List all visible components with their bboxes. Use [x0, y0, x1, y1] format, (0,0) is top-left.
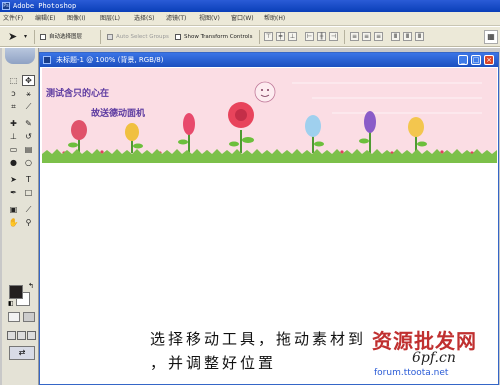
- minimize-button[interactable]: _: [458, 55, 468, 65]
- menu-window[interactable]: 窗口(W): [230, 12, 255, 26]
- eyedropper-tool-icon[interactable]: ⟋: [22, 204, 35, 215]
- move-tool-icon[interactable]: ➤: [8, 31, 17, 43]
- type-tool-icon[interactable]: T: [22, 174, 35, 185]
- distribute-vcenter-icon[interactable]: ≡: [362, 32, 371, 41]
- distribute-right-icon[interactable]: Ⅲ: [415, 32, 424, 41]
- clone-stamp-icon[interactable]: ⊥: [7, 131, 20, 142]
- align-vcenter-icon[interactable]: ╪: [276, 32, 285, 41]
- menu-file[interactable]: 文件(F): [2, 12, 24, 26]
- chevron-down-icon[interactable]: ▾: [24, 33, 27, 40]
- eraser-tool-icon[interactable]: ▭: [7, 144, 20, 155]
- maximize-button[interactable]: □: [471, 55, 481, 65]
- shape-tool-icon[interactable]: □: [22, 187, 35, 198]
- banner-image: 测试含只的心在 故送德动面机: [42, 68, 497, 163]
- close-button[interactable]: ×: [484, 55, 494, 65]
- standard-mode-button[interactable]: [8, 312, 20, 322]
- marquee-tool-icon[interactable]: ⬚: [7, 75, 20, 86]
- foreground-color-swatch[interactable]: [9, 285, 23, 299]
- crop-tool-icon[interactable]: ⌗: [7, 101, 20, 112]
- move-tool-button-icon[interactable]: ✥: [22, 75, 35, 86]
- slice-tool-icon[interactable]: ⟋: [22, 101, 35, 112]
- options-bar: ➤ ▾ 自动选择图层 Auto Select Groups Show Trans…: [0, 27, 500, 47]
- separator: [259, 30, 260, 44]
- blur-tool-icon[interactable]: ●: [7, 157, 20, 168]
- auto-select-layer-checkbox[interactable]: [40, 34, 46, 40]
- document-title-bar[interactable]: 未标题-1 @ 100% (背景, RGB/8) _ □ ×: [40, 53, 498, 67]
- app-title: Adobe Photoshop: [13, 2, 77, 10]
- brush-tool-icon[interactable]: ✎: [22, 118, 35, 129]
- document-title: 未标题-1 @ 100% (背景, RGB/8): [56, 56, 164, 64]
- auto-select-layer-label: 自动选择图层: [49, 34, 83, 40]
- menu-edit[interactable]: 编辑(E): [34, 12, 56, 26]
- standard-screen-mode-icon[interactable]: [7, 331, 16, 340]
- align-hcenter-icon[interactable]: ╫: [317, 32, 326, 41]
- menu-filter[interactable]: 滤镜(T): [165, 12, 187, 26]
- menu-select[interactable]: 选择(S): [133, 12, 156, 26]
- toolbox: ⬚ ✥ ↄ ⚹ ⌗ ⟋ ✚ ✎ ⊥ ↺ ▭ ▤ ● ○ ➤ T ✒ □ ▣ ⟋ …: [2, 48, 39, 385]
- show-transform-controls-checkbox[interactable]: [175, 34, 181, 40]
- align-top-icon[interactable]: ⊤: [264, 32, 273, 41]
- notes-tool-icon[interactable]: ▣: [7, 204, 20, 215]
- distribute-top-icon[interactable]: ≡: [350, 32, 359, 41]
- photoshop-icon: Ps: [2, 2, 10, 10]
- separator: [344, 30, 345, 44]
- menu-help[interactable]: 帮助(H): [263, 12, 286, 26]
- gradient-tool-icon[interactable]: ▤: [22, 144, 35, 155]
- auto-select-groups-label: Auto Select Groups: [116, 34, 169, 40]
- app-title-bar: Ps Adobe Photoshop: [0, 0, 500, 12]
- zoom-tool-icon[interactable]: ⚲: [22, 217, 35, 228]
- full-screen-mode-icon[interactable]: [27, 331, 36, 340]
- caption-line1: 选择移动工具，拖动素材到: [150, 330, 367, 348]
- align-right-icon[interactable]: ⊣: [329, 32, 338, 41]
- history-brush-icon[interactable]: ↺: [22, 131, 35, 142]
- separator: [100, 30, 101, 44]
- feather-logo-icon[interactable]: [5, 48, 35, 64]
- quick-mask-button[interactable]: [23, 312, 35, 322]
- auto-select-groups-checkbox[interactable]: [107, 34, 113, 40]
- magic-wand-icon[interactable]: ⚹: [22, 88, 35, 99]
- default-colors-icon[interactable]: ◧: [8, 300, 14, 307]
- watermark-site: 6pf.cn: [412, 350, 456, 366]
- swap-colors-icon[interactable]: ↰: [28, 282, 34, 290]
- watermark-forum: forum.ttoota.net: [374, 368, 449, 378]
- full-screen-menu-mode-icon[interactable]: [17, 331, 26, 340]
- menu-image[interactable]: 图像(I): [66, 12, 86, 26]
- distribute-bottom-icon[interactable]: ≡: [374, 32, 383, 41]
- distribute-hcenter-icon[interactable]: Ⅲ: [403, 32, 412, 41]
- palette-well-icon[interactable]: ▦: [484, 30, 498, 44]
- menu-view[interactable]: 视图(V): [198, 12, 221, 26]
- align-bottom-icon[interactable]: ⊥: [288, 32, 297, 41]
- show-transform-controls-label: Show Transform Controls: [184, 34, 253, 40]
- distribute-left-icon[interactable]: Ⅲ: [391, 32, 400, 41]
- banner-text-line2: 故送德动面机: [91, 109, 146, 119]
- align-left-icon[interactable]: ⊢: [305, 32, 314, 41]
- document-icon: [43, 56, 51, 64]
- healing-brush-icon[interactable]: ✚: [7, 118, 20, 129]
- pen-tool-icon[interactable]: ✒: [7, 187, 20, 198]
- separator: [34, 30, 35, 44]
- banner-text-line1: 测试含只的心在: [46, 89, 110, 99]
- hand-tool-icon[interactable]: ✋: [7, 217, 20, 228]
- path-selection-icon[interactable]: ➤: [7, 174, 20, 185]
- caption-line2: ，并调整好位置: [150, 354, 277, 372]
- lasso-tool-icon[interactable]: ↄ: [7, 88, 20, 99]
- menu-bar: 文件(F) 编辑(E) 图像(I) 图层(L) 选择(S) 滤镜(T) 视图(V…: [0, 12, 500, 26]
- menu-layer[interactable]: 图层(L): [99, 12, 121, 26]
- jump-to-imageready-icon[interactable]: ⇄: [9, 346, 35, 360]
- dodge-tool-icon[interactable]: ○: [22, 157, 35, 168]
